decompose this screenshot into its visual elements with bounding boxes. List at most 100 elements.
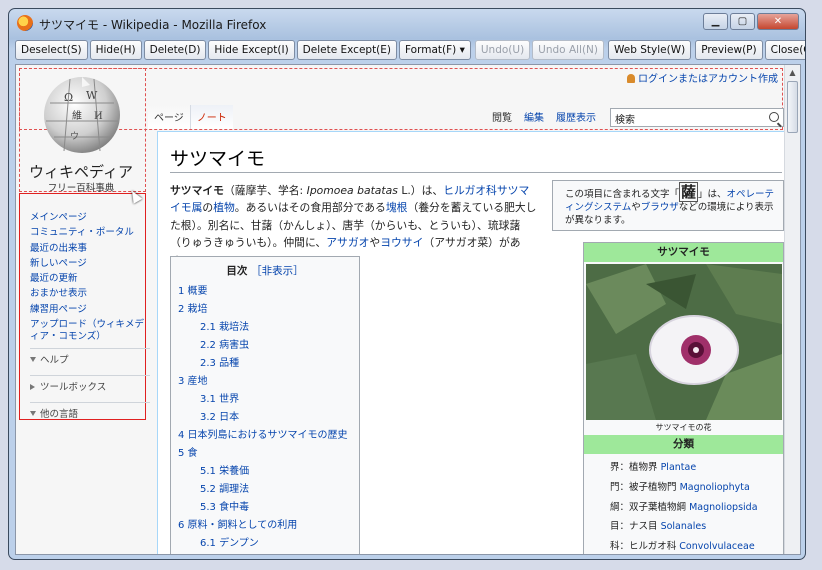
svg-text:Ω: Ω <box>64 91 73 104</box>
rank-label: 門 <box>610 481 620 493</box>
page-title: サツマイモ <box>170 148 266 170</box>
sidebar-item-sandbox[interactable]: 練習用ページ <box>30 302 150 317</box>
title-divider <box>170 172 782 173</box>
infobox-title: サツマイモ <box>584 243 783 262</box>
taxon-latin-link[interactable]: Magnoliopsida <box>689 502 757 513</box>
search-placeholder: 検索 <box>615 115 635 126</box>
toc-item[interactable]: 2.1 栽培法 <box>178 319 352 337</box>
image-caption: サツマイモの花 <box>655 423 712 432</box>
tab-history[interactable]: 履歴表示 <box>550 105 602 129</box>
sidebar-nav: メインページ コミュニティ・ポータル 最近の出来事 新しいページ 最近の更新 お… <box>30 210 150 424</box>
classification-row: 科：ヒルガオ科 Convolvulaceae <box>610 541 755 553</box>
toc-item[interactable]: 5.3 食中毒 <box>178 499 352 517</box>
classification-row: 門：被子植物門 Magnoliophyta <box>610 481 750 493</box>
svg-text:И: И <box>94 111 103 122</box>
toc-item[interactable]: 2 栽培 <box>178 301 352 319</box>
sweet-potato-flower-image[interactable] <box>586 264 782 420</box>
web-style-button[interactable]: Web Style(W) <box>608 40 692 60</box>
tab-edit[interactable]: 編集 <box>518 105 550 129</box>
toc-item[interactable]: 6.1 デンプン <box>178 535 352 553</box>
wikipedia-globe-logo: Ω W 維 И ウ <box>44 77 120 153</box>
sidebar-section-label: 他の言語 <box>40 409 79 421</box>
toc-item[interactable]: 3.1 世界 <box>178 391 352 409</box>
tab-talk[interactable]: ノート <box>190 105 233 129</box>
sidebar-item-recent-changes[interactable]: 最近の更新 <box>30 271 150 286</box>
vertical-scrollbar[interactable]: ▲ <box>784 65 800 554</box>
rank-label: 界 <box>610 462 620 473</box>
login-label: ログインまたはアカウント作成 <box>638 74 778 85</box>
toc-item[interactable]: 4 日本列島におけるサツマイモの歴史 <box>178 427 352 445</box>
sidebar-section-toolbox[interactable]: ツールボックス <box>30 375 150 397</box>
taxon-name[interactable]: ヒルガオ科 <box>629 541 676 552</box>
deselect-button[interactable]: Deselect(S) <box>15 40 88 60</box>
taxon-name[interactable]: 双子葉植物綱 <box>629 502 686 513</box>
latin-name: Ipomoea batatas <box>306 184 398 197</box>
user-icon <box>627 74 635 83</box>
scrollbar-thumb[interactable] <box>787 81 798 133</box>
water-spinach-link[interactable]: ヨウサイ <box>380 236 423 249</box>
sidebar-section-help[interactable]: ヘルプ <box>30 348 150 370</box>
toc-item[interactable]: 2.3 品種 <box>178 355 352 373</box>
plant-link[interactable]: 植物 <box>213 201 235 214</box>
toc-toggle[interactable]: ［非表示］ <box>251 265 304 277</box>
toc-item[interactable]: 5.1 栄養価 <box>178 463 352 481</box>
rank-label: 綱 <box>610 501 620 513</box>
format-dropdown-button[interactable]: Format(F) ▾ <box>399 40 471 60</box>
sidebar-section-languages[interactable]: 他の言語 <box>30 402 150 424</box>
sidebar-item-random[interactable]: おまかせ表示 <box>30 286 150 301</box>
sidebar-item-upload[interactable]: アップロード（ウィキメディア・コモンズ） <box>30 319 150 343</box>
site-tagline: フリー百科事典 <box>47 183 115 194</box>
hide-except-button[interactable]: Hide Except(I) <box>208 40 295 60</box>
page-viewport: Ω W 維 И ウ ウィキペディア フリー百科事典 ログインまたはアカウント作成… <box>15 64 801 555</box>
login-link[interactable]: ログインまたはアカウント作成 <box>627 70 778 85</box>
toc-item[interactable]: 2.2 病害虫 <box>178 337 352 355</box>
taxon-name[interactable]: 被子植物門 <box>629 482 677 493</box>
taxon-latin-link[interactable]: Solanales <box>661 521 707 532</box>
toc-item[interactable]: 1 概要 <box>178 283 352 301</box>
minimize-button[interactable]: ▁ <box>703 13 728 30</box>
scroll-up-arrow-icon[interactable]: ▲ <box>785 65 800 80</box>
taxon-latin-link[interactable]: Magnoliophyta <box>680 482 750 493</box>
collapsed-triangle-icon <box>30 384 35 391</box>
window-title: サツマイモ - Wikipedia - Mozilla Firefox <box>39 18 267 32</box>
search-input[interactable]: 検索 <box>610 108 784 127</box>
tuber-link[interactable]: 塊根 <box>386 201 408 214</box>
toc-item[interactable]: 6 原料・飼料としての利用 <box>178 517 352 535</box>
sidebar-item-community-portal[interactable]: コミュニティ・ポータル <box>30 225 150 240</box>
taxon-latin-link[interactable]: Plantae <box>661 462 697 473</box>
firefox-icon <box>17 15 33 31</box>
undo-all-button[interactable]: Undo All(N) <box>532 40 605 60</box>
taxon-name[interactable]: ナス目 <box>629 521 658 532</box>
rank-label: 目 <box>610 521 620 533</box>
flower-photo <box>586 264 782 420</box>
toc-item[interactable]: 3.2 日本 <box>178 409 352 427</box>
site-name[interactable]: ウィキペディア <box>16 161 146 182</box>
expand-triangle-icon <box>30 411 36 417</box>
taxon-latin-link[interactable]: Convolvulaceae <box>679 541 754 552</box>
delete-button[interactable]: Delete(D) <box>143 40 207 60</box>
close-button[interactable]: Close(C) <box>764 40 805 60</box>
classification-row: 目：ナス目 Solanales <box>610 521 707 533</box>
article-body: サツマイモ サツマイモ（薩摩芋、学名: Ipomoea batatas L.）は… <box>157 131 786 554</box>
taxon-name[interactable]: 植物界 <box>629 462 658 473</box>
search-icon[interactable] <box>769 112 779 122</box>
sidebar-item-new-pages[interactable]: 新しいページ <box>30 256 150 271</box>
morning-glory-link[interactable]: アサガオ <box>326 236 369 249</box>
toc-item[interactable]: 5.2 調理法 <box>178 481 352 499</box>
toc-title: 目次 ［非表示］ <box>226 265 304 277</box>
svg-text:ウ: ウ <box>70 131 79 142</box>
delete-except-button[interactable]: Delete Except(E) <box>296 40 398 60</box>
sidebar-item-current-events[interactable]: 最近の出来事 <box>30 241 150 256</box>
undo-button[interactable]: Undo(U) <box>474 40 531 60</box>
hide-button[interactable]: Hide(H) <box>89 40 142 60</box>
maximize-button[interactable]: ▢ <box>730 13 755 30</box>
toc-item[interactable]: 3 産地 <box>178 373 352 391</box>
toc-item[interactable]: 5 食 <box>178 445 352 463</box>
close-window-button[interactable]: ✕ <box>757 13 799 30</box>
svg-text:W: W <box>86 89 98 102</box>
tab-page[interactable]: ページ <box>148 105 191 129</box>
preview-button[interactable]: Preview(P) <box>695 40 763 60</box>
browser-link[interactable]: ブラウザ <box>641 202 679 213</box>
sidebar-item-main-page[interactable]: メインページ <box>30 210 150 225</box>
tab-read[interactable]: 閲覧 <box>486 105 518 129</box>
